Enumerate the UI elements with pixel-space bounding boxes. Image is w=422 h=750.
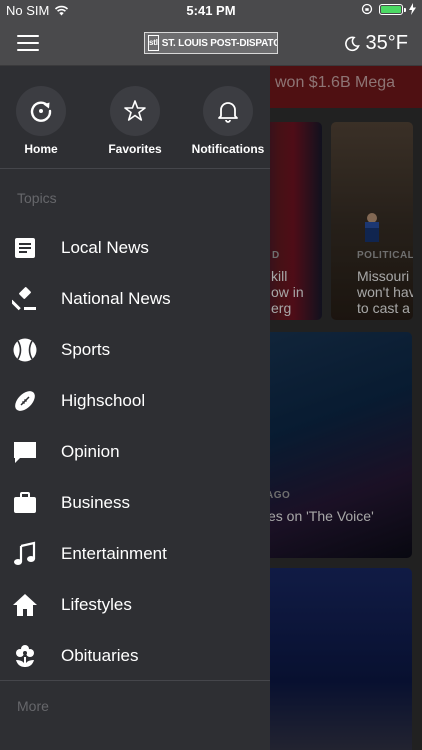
topic-label: Highschool [61, 391, 146, 410]
logo[interactable]: stl ST. LOUIS POST-DISPATCH [144, 32, 278, 54]
rotation-lock-icon [361, 3, 373, 15]
topic-label: Lifestyles [61, 595, 132, 614]
favorites-button[interactable]: Favorites [90, 86, 180, 156]
battery-icon [379, 3, 406, 15]
topic-local-news[interactable]: Local News [0, 223, 270, 274]
charging-bolt-icon [409, 3, 416, 15]
refresh-home-icon [16, 86, 66, 136]
divider [0, 168, 270, 169]
status-bar: No SIM 5:41 PM [0, 0, 422, 22]
logo-mark: stl [148, 35, 159, 51]
flower-icon [12, 643, 38, 669]
baseball-icon [12, 337, 38, 363]
topic-label: Entertainment [61, 544, 167, 563]
weather-widget[interactable]: 35°F [344, 32, 408, 55]
hamburger-icon[interactable] [17, 35, 39, 53]
divider [0, 680, 270, 681]
topic-entertainment[interactable]: Entertainment [0, 529, 270, 580]
logo-text: ST. LOUIS POST-DISPATCH [161, 37, 278, 49]
topic-lifestyles[interactable]: Lifestyles [0, 580, 270, 631]
bell-icon [203, 86, 253, 136]
topic-label: Sports [61, 340, 111, 359]
side-drawer: Home Favorites Notifications Topics Loca… [0, 66, 270, 750]
topic-opinion[interactable]: Opinion [0, 427, 270, 478]
notifications-button[interactable]: Notifications [183, 86, 270, 156]
topic-obituaries[interactable]: Obituaries [0, 631, 270, 682]
music-note-icon [12, 541, 38, 567]
clock: 5:41 PM [186, 3, 236, 18]
topics-heading: Topics [17, 190, 57, 206]
speech-bubble-icon [12, 439, 38, 465]
quick-actions: Home Favorites Notifications [0, 66, 270, 166]
briefcase-icon [12, 490, 38, 516]
favorites-label: Favorites [108, 142, 162, 156]
topic-label: National News [61, 289, 171, 308]
moon-icon [344, 36, 360, 51]
topic-label: Opinion [61, 442, 120, 461]
topic-label: Local News [61, 238, 149, 257]
football-icon [12, 388, 38, 414]
status-right [361, 3, 416, 15]
document-icon [12, 235, 38, 261]
drawer-dim-overlay[interactable] [270, 66, 422, 750]
star-icon [110, 86, 160, 136]
home-label: Home [24, 142, 58, 156]
more-heading: More [17, 698, 49, 714]
gavel-icon [12, 286, 38, 312]
house-icon [12, 592, 38, 618]
topic-label: Obituaries [61, 646, 139, 665]
topic-highschool[interactable]: Highschool [0, 376, 270, 427]
notifications-label: Notifications [191, 142, 265, 156]
home-button[interactable]: Home [0, 86, 86, 156]
topic-business[interactable]: Business [0, 478, 270, 529]
topic-sports[interactable]: Sports [0, 325, 270, 376]
temperature: 35°F [365, 32, 408, 54]
topic-national-news[interactable]: National News [0, 274, 270, 325]
topic-label: Business [61, 493, 130, 512]
top-nav-bar: stl ST. LOUIS POST-DISPATCH 35°F [0, 22, 422, 66]
